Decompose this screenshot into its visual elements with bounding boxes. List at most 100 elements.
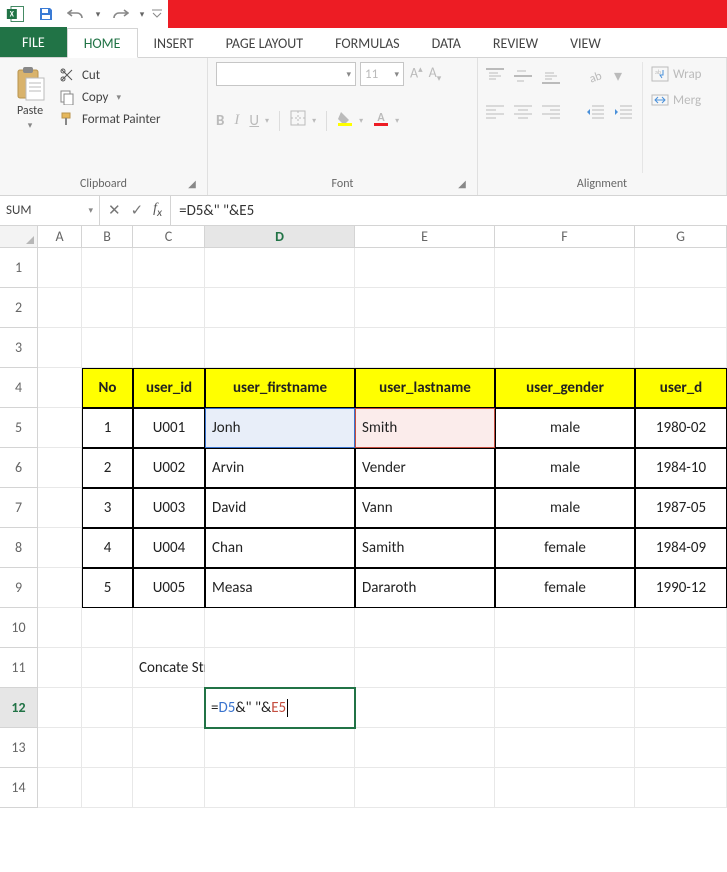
cell[interactable] (495, 768, 635, 808)
cell[interactable] (133, 728, 205, 768)
cell[interactable] (355, 768, 495, 808)
cell[interactable] (133, 688, 205, 728)
enter-formula-icon[interactable]: ✓ (131, 201, 144, 220)
cell[interactable] (205, 288, 355, 328)
cell[interactable] (38, 688, 82, 728)
save-icon[interactable] (32, 3, 60, 25)
row-header-8[interactable]: 8 (0, 528, 38, 568)
cell[interactable] (355, 248, 495, 288)
cell[interactable] (82, 728, 133, 768)
row-header-11[interactable]: 11 (0, 648, 38, 688)
cell[interactable]: user_id (133, 368, 205, 408)
cell[interactable] (495, 728, 635, 768)
tab-page-layout[interactable]: PAGE LAYOUT (210, 29, 319, 57)
cell[interactable]: 4 (82, 528, 133, 568)
cell[interactable]: U005 (133, 568, 205, 608)
row-header-14[interactable]: 14 (0, 768, 38, 808)
cell[interactable] (635, 328, 727, 368)
cell[interactable]: =D5&" "&E5 (205, 688, 355, 728)
cell[interactable] (205, 608, 355, 648)
cell[interactable]: U001 (133, 408, 205, 448)
cell[interactable] (38, 448, 82, 488)
cell[interactable] (205, 248, 355, 288)
row-header-2[interactable]: 2 (0, 288, 38, 328)
cell[interactable] (495, 288, 635, 328)
fill-color-button[interactable] (337, 110, 353, 131)
cell[interactable] (635, 728, 727, 768)
cell[interactable]: Chan (205, 528, 355, 568)
cut-button[interactable]: Cut (58, 66, 161, 84)
font-color-button[interactable]: A (373, 110, 389, 131)
col-header-G[interactable]: G (635, 226, 727, 247)
paste-button[interactable]: Paste ▾ (8, 62, 52, 173)
cell[interactable] (38, 328, 82, 368)
redo-dropdown-icon[interactable]: ▾ (136, 3, 148, 25)
cell[interactable] (355, 728, 495, 768)
underline-dropdown-icon[interactable]: ▾ (265, 116, 269, 126)
orientation-dropdown-icon[interactable]: ▾ (614, 66, 622, 86)
align-left-icon[interactable] (486, 104, 504, 120)
wrap-text-button[interactable]: ab Wrap (651, 66, 702, 82)
align-top-icon[interactable] (486, 68, 504, 84)
increase-font-icon[interactable]: A▴ (408, 64, 425, 84)
cell[interactable] (495, 328, 635, 368)
borders-button[interactable] (290, 110, 306, 131)
cell[interactable] (38, 608, 82, 648)
cell[interactable] (635, 648, 727, 688)
cell[interactable] (82, 648, 133, 688)
cell[interactable] (38, 368, 82, 408)
cell[interactable]: U004 (133, 528, 205, 568)
align-center-icon[interactable] (514, 104, 532, 120)
cell[interactable] (495, 608, 635, 648)
row-header-13[interactable]: 13 (0, 728, 38, 768)
cell[interactable]: Vann (355, 488, 495, 528)
cell[interactable]: U003 (133, 488, 205, 528)
row-header-4[interactable]: 4 (0, 368, 38, 408)
cell[interactable] (82, 288, 133, 328)
cell[interactable] (205, 328, 355, 368)
cell[interactable]: male (495, 448, 635, 488)
merge-center-button[interactable]: Merg (651, 92, 702, 108)
clipboard-launcher-icon[interactable]: ◢ (185, 177, 199, 191)
cell[interactable]: Vender (355, 448, 495, 488)
cell[interactable] (635, 768, 727, 808)
cell[interactable] (635, 688, 727, 728)
cell[interactable] (205, 728, 355, 768)
row-header-10[interactable]: 10 (0, 608, 38, 648)
cell[interactable]: male (495, 488, 635, 528)
cell[interactable] (38, 528, 82, 568)
cell[interactable]: 1 (82, 408, 133, 448)
align-middle-icon[interactable] (514, 68, 532, 84)
cell[interactable] (38, 408, 82, 448)
cell[interactable]: 1984-10 (635, 448, 727, 488)
qat-customize-icon[interactable] (150, 3, 164, 25)
cell[interactable]: 1990-12 (635, 568, 727, 608)
paste-dropdown-icon[interactable]: ▾ (28, 120, 33, 131)
cell[interactable] (82, 248, 133, 288)
cell[interactable]: Smith (355, 408, 495, 448)
cell[interactable]: female (495, 568, 635, 608)
increase-indent-icon[interactable] (614, 104, 632, 120)
cell[interactable] (38, 768, 82, 808)
cell[interactable] (38, 248, 82, 288)
cell[interactable] (82, 608, 133, 648)
tab-home[interactable]: HOME (67, 28, 138, 58)
font-launcher-icon[interactable]: ◢ (455, 177, 469, 191)
redo-icon[interactable] (106, 3, 134, 25)
bold-button[interactable]: B (216, 112, 224, 130)
italic-button[interactable]: I (234, 112, 239, 129)
underline-button[interactable]: U (249, 112, 259, 130)
cell[interactable]: 1987-05 (635, 488, 727, 528)
tab-data[interactable]: DATA (416, 29, 477, 57)
cell[interactable] (205, 648, 355, 688)
cell[interactable] (635, 288, 727, 328)
formula-input[interactable]: =D5&" "&E5 (171, 196, 727, 225)
cell[interactable] (635, 608, 727, 648)
decrease-font-icon[interactable]: A▾ (427, 64, 444, 84)
cell[interactable] (82, 768, 133, 808)
cell[interactable] (133, 608, 205, 648)
row-header-7[interactable]: 7 (0, 488, 38, 528)
cell[interactable]: 2 (82, 448, 133, 488)
format-painter-button[interactable]: Format Painter (58, 110, 161, 128)
cell[interactable]: user_d (635, 368, 727, 408)
